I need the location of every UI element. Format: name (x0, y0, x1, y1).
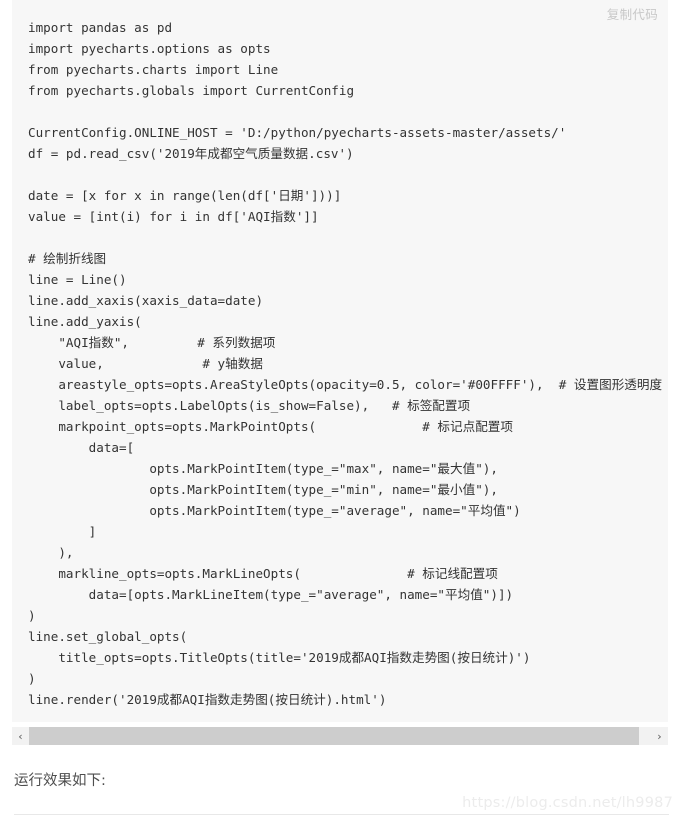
code-line: "AQI指数", # 系列数据项 (28, 335, 276, 350)
scrollbar-thumb[interactable] (29, 727, 639, 745)
code-line: line.add_yaxis( (28, 314, 142, 329)
code-line: line.add_xaxis(xaxis_data=date) (28, 293, 264, 308)
code-line: import pandas as pd (28, 20, 173, 35)
code-content: import pandas as pd import pyecharts.opti… (12, 0, 668, 710)
scroll-right-arrow-icon[interactable]: › (651, 727, 668, 745)
scroll-left-arrow-icon[interactable]: ‹ (12, 727, 29, 745)
code-line: line.render('2019成都AQI指数走势图(按日统计).html') (28, 692, 387, 707)
code-line: line.set_global_opts( (28, 629, 188, 644)
code-line: opts.MarkPointItem(type_="max", name="最大… (28, 461, 498, 476)
code-line: # 绘制折线图 (28, 251, 107, 266)
code-line: import pyecharts.options as opts (28, 41, 271, 56)
code-line: date = [x for x in range(len(df['日期']))] (28, 188, 342, 203)
bottom-divider (14, 814, 669, 815)
code-line: label_opts=opts.LabelOpts(is_show=False)… (28, 398, 471, 413)
code-line: ] (28, 524, 97, 539)
code-line: title_opts=opts.TitleOpts(title='2019成都A… (28, 650, 531, 665)
code-line: ), (28, 545, 74, 560)
result-caption: 运行效果如下: (14, 773, 106, 789)
code-line: markline_opts=opts.MarkLineOpts( # 标记线配置… (28, 566, 498, 581)
horizontal-scrollbar[interactable]: ‹ › (12, 727, 668, 745)
scrollbar-track[interactable] (29, 727, 651, 745)
code-scroll-viewport[interactable]: import pandas as pd import pyecharts.opti… (12, 0, 668, 722)
code-line: value = [int(i) for i in df['AQI指数']] (28, 209, 319, 224)
code-line: df = pd.read_csv('2019年成都空气质量数据.csv') (28, 146, 354, 161)
code-line: value, # y轴数据 (28, 356, 263, 371)
code-line: ) (28, 608, 36, 623)
csdn-watermark: https://blog.csdn.net/lh9987 (462, 795, 673, 811)
code-line: data=[ (28, 440, 135, 455)
code-line: areastyle_opts=opts.AreaStyleOpts(opacit… (28, 377, 668, 392)
code-block: 复制代码 import pandas as pd import pyecharts… (12, 0, 668, 722)
article-page: 复制代码 import pandas as pd import pyecharts… (0, 0, 675, 820)
code-lines: import pandas as pd import pyecharts.opti… (28, 17, 668, 710)
copy-code-button[interactable]: 复制代码 (607, 7, 658, 23)
code-line: CurrentConfig.ONLINE_HOST = 'D:/python/p… (28, 125, 567, 140)
code-line: opts.MarkPointItem(type_="min", name="最小… (28, 482, 498, 497)
code-line: from pyecharts.globals import CurrentCon… (28, 83, 355, 98)
code-line: from pyecharts.charts import Line (28, 62, 279, 77)
code-line: data=[opts.MarkLineItem(type_="average",… (28, 587, 514, 602)
code-line: ) (28, 671, 36, 686)
code-line: markpoint_opts=opts.MarkPointOpts( # 标记点… (28, 419, 513, 434)
code-line: opts.MarkPointItem(type_="average", name… (28, 503, 521, 518)
code-line: line = Line() (28, 272, 127, 287)
